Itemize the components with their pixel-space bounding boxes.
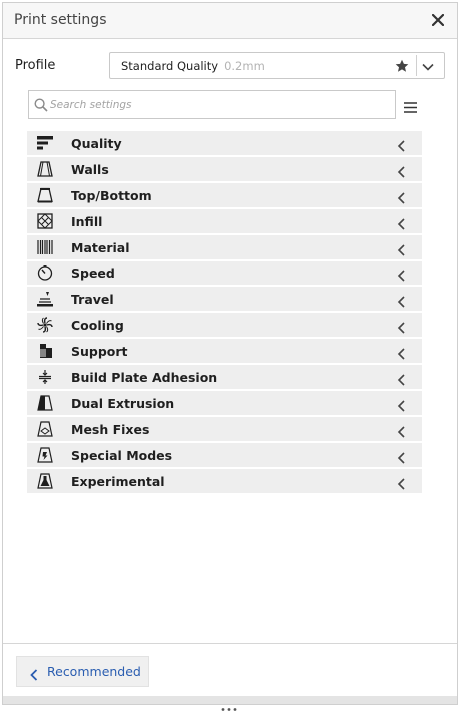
category-label: Cooling xyxy=(71,318,124,333)
category-label: Walls xyxy=(71,162,109,177)
category-label: Infill xyxy=(71,214,103,229)
category-label: Travel xyxy=(71,292,114,307)
category-build-plate-adhesion[interactable]: Build Plate Adhesion xyxy=(27,365,422,389)
category-mesh-fixes[interactable]: Mesh Fixes xyxy=(27,417,422,441)
chevron-left-icon xyxy=(397,371,406,390)
category-speed[interactable]: Speed xyxy=(27,261,422,285)
settings-menu-icon[interactable] xyxy=(404,98,417,117)
profile-name: Standard Quality xyxy=(121,59,219,73)
chevron-left-icon xyxy=(397,293,406,312)
support-icon xyxy=(37,343,53,359)
profile-divider xyxy=(416,55,417,76)
search-icon xyxy=(34,97,48,116)
speed-icon xyxy=(37,265,53,281)
chevron-left-icon xyxy=(397,397,406,416)
category-quality[interactable]: Quality xyxy=(27,131,422,155)
chevron-left-icon xyxy=(397,163,406,182)
chevron-left-icon xyxy=(397,423,406,442)
category-label: Top/Bottom xyxy=(71,188,152,203)
panel-title: Print settings xyxy=(14,12,107,28)
profile-selected-value: Standard Quality 0.2mm xyxy=(121,59,265,73)
chevron-left-icon xyxy=(397,475,406,494)
star-icon[interactable] xyxy=(395,58,409,77)
category-experimental[interactable]: Experimental xyxy=(27,469,422,493)
chevron-left-icon xyxy=(397,449,406,468)
chevron-left-icon xyxy=(397,189,406,208)
title-bar: Print settings xyxy=(3,3,457,39)
category-cooling[interactable]: Cooling xyxy=(27,313,422,337)
chevron-down-icon[interactable] xyxy=(421,59,435,78)
profile-label: Profile xyxy=(15,58,56,73)
category-label: Mesh Fixes xyxy=(71,422,150,437)
category-label: Quality xyxy=(71,136,122,151)
quality-icon xyxy=(37,135,53,151)
dual-extrusion-icon xyxy=(37,395,53,411)
grip-dots-icon xyxy=(221,697,237,716)
profile-dropdown[interactable]: Standard Quality 0.2mm xyxy=(109,52,445,79)
walls-icon xyxy=(37,161,53,177)
recommended-button[interactable]: Recommended xyxy=(16,656,149,687)
top-bottom-icon xyxy=(37,187,53,203)
footer-divider xyxy=(3,643,457,644)
chevron-left-icon xyxy=(397,319,406,338)
special-modes-icon xyxy=(37,447,53,463)
category-label: Dual Extrusion xyxy=(71,396,175,411)
travel-icon xyxy=(37,291,53,307)
category-label: Experimental xyxy=(71,474,165,489)
build-plate-adhesion-icon xyxy=(37,369,53,385)
recommended-label: Recommended xyxy=(47,664,141,679)
category-label: Special Modes xyxy=(71,448,173,463)
category-walls[interactable]: Walls xyxy=(27,157,422,181)
mesh-fixes-icon xyxy=(37,421,53,437)
category-support[interactable]: Support xyxy=(27,339,422,363)
material-icon xyxy=(37,239,53,255)
chevron-left-icon xyxy=(397,215,406,234)
chevron-left-icon xyxy=(397,345,406,364)
category-material[interactable]: Material xyxy=(27,235,422,259)
category-label: Build Plate Adhesion xyxy=(71,370,218,385)
cooling-icon xyxy=(37,317,53,333)
chevron-left-icon xyxy=(397,137,406,156)
chevron-left-icon xyxy=(397,267,406,286)
settings-category-list: Quality Walls Top/Bottom Infill Material… xyxy=(27,131,422,495)
chevron-left-icon xyxy=(30,666,38,685)
category-travel[interactable]: Travel xyxy=(27,287,422,311)
category-top-bottom[interactable]: Top/Bottom xyxy=(27,183,422,207)
search-box[interactable] xyxy=(28,90,396,119)
profile-layer-height: 0.2mm xyxy=(224,59,265,73)
experimental-icon xyxy=(37,473,53,489)
category-label: Support xyxy=(71,344,128,359)
category-dual-extrusion[interactable]: Dual Extrusion xyxy=(27,391,422,415)
category-special-modes[interactable]: Special Modes xyxy=(27,443,422,467)
search-input[interactable] xyxy=(50,96,380,113)
category-infill[interactable]: Infill xyxy=(27,209,422,233)
print-settings-panel: Print settings Profile Standard Quality 0… xyxy=(2,2,458,711)
category-label: Speed xyxy=(71,266,115,281)
chevron-left-icon xyxy=(397,241,406,260)
close-icon[interactable] xyxy=(428,10,448,30)
category-label: Material xyxy=(71,240,130,255)
infill-icon xyxy=(37,213,53,229)
resize-handle[interactable] xyxy=(3,696,457,711)
